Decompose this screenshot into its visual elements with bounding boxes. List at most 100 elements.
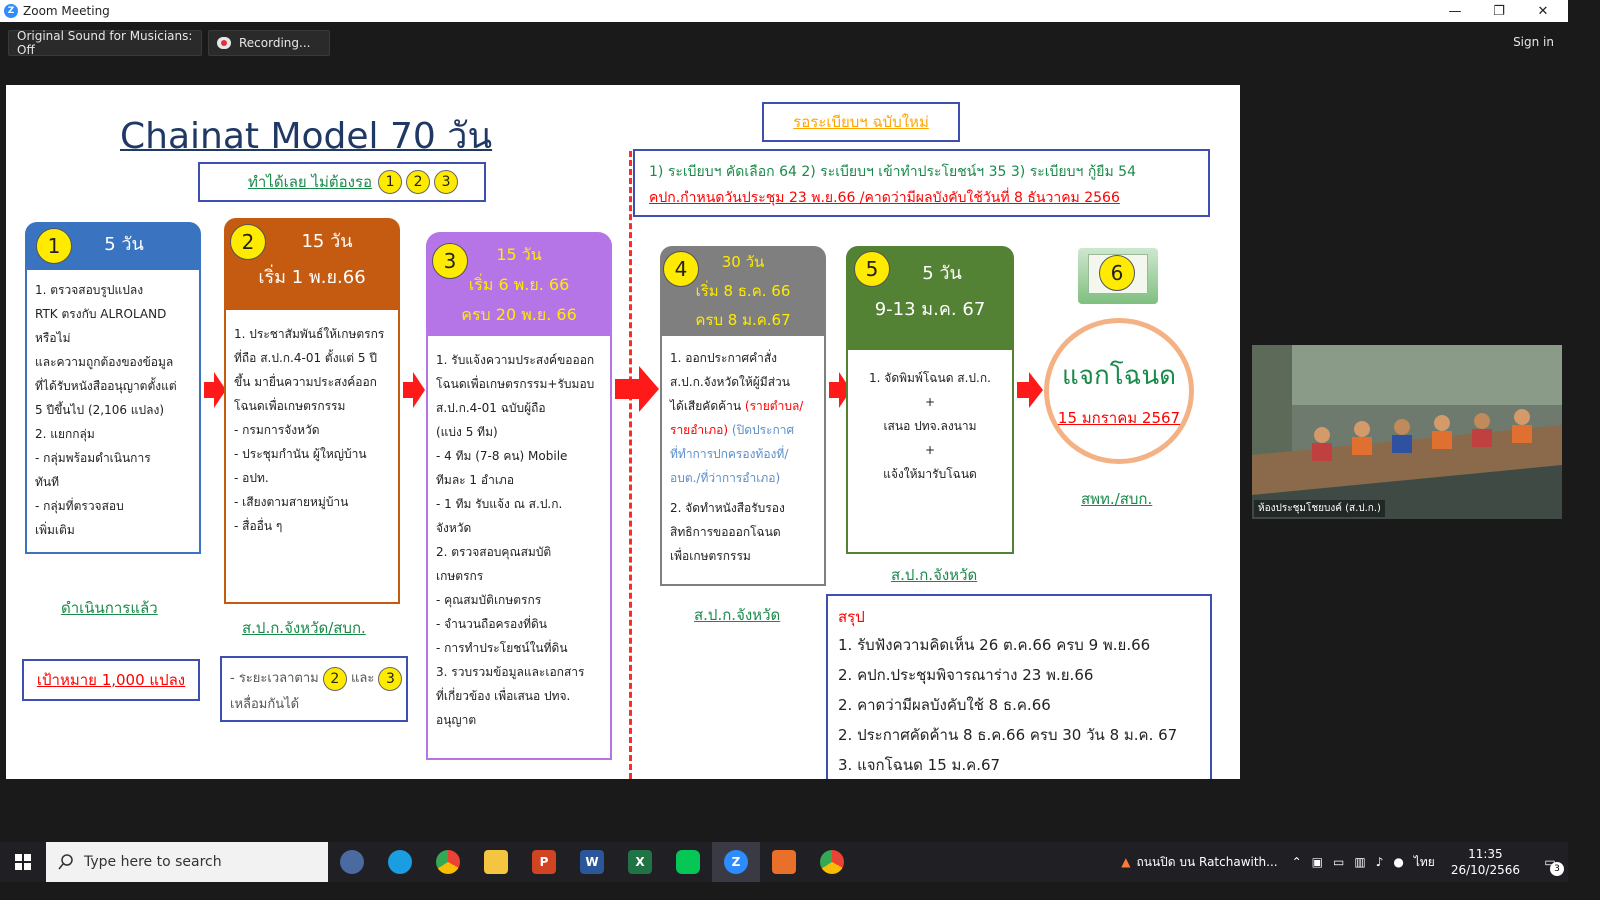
taskbar-app-powerpoint[interactable]: P xyxy=(520,842,568,882)
do-now-num-3: 3 xyxy=(434,170,459,194)
original-sound-button[interactable]: Original Sound for Musicians: Off xyxy=(8,29,202,57)
maximize-button[interactable]: ❐ xyxy=(1476,0,1522,22)
taskbar-app-zoom[interactable]: Z xyxy=(712,842,760,882)
word-icon: W xyxy=(580,850,604,874)
participant-video-tile[interactable]: ห้องประชุมโชยบงค์ (ส.ป.ก.) xyxy=(1252,345,1562,519)
windows-logo-icon xyxy=(15,854,31,870)
shared-slide: Chainat Model 70 วัน ทำได้เลย ไม่ต้องรอ … xyxy=(6,85,1240,779)
taskbar-app-line[interactable] xyxy=(664,842,712,882)
summary-item: 3. แจกโฉนด 15 ม.ค.67 xyxy=(838,756,1001,774)
line-icon xyxy=(676,850,700,874)
divider-dashed-line xyxy=(629,151,632,779)
step-3-line: - คุณสมบัติเกษตรกร xyxy=(436,593,542,607)
taskbar-app-excel[interactable]: X xyxy=(616,842,664,882)
step-2-line: - ประชุมกำนัน ผู้ใหญ่บ้าน xyxy=(234,447,367,461)
distribute-deed-circle: แจกโฉนด 15 มกราคม 2567 xyxy=(1044,318,1194,464)
target-label: เป้าหมาย 1,000 แปลง xyxy=(36,671,186,689)
zoom-icon: Z xyxy=(724,850,748,874)
record-icon xyxy=(217,37,231,49)
overlap-post: เหลื่อมกันได้ xyxy=(230,697,300,712)
powerpoint-icon: P xyxy=(532,850,556,874)
video-feed-image xyxy=(1252,345,1562,519)
step-5-line: 1. จัดพิมพ์โฉนด ส.ป.ก. xyxy=(869,371,991,385)
step-5-dates: 9-13 ม.ค. 67 xyxy=(874,299,986,320)
step-2-start: เริ่ม 1 พ.ย.66 xyxy=(258,267,366,288)
volume-icon[interactable]: ♪ xyxy=(1376,855,1384,869)
step-1-body: 1. ตรวจสอบรูปแปลง RTK ตรงกับ ALROLAND หร… xyxy=(25,268,201,554)
taskbar-search-box[interactable]: Type here to search xyxy=(46,842,328,882)
summary-item: 2. คปก.ประชุมพิจารณาร่าง 23 พ.ย.66 xyxy=(838,666,1094,684)
step-3-line: 3. รวบรวมข้อมูลและเอกสาร xyxy=(436,665,585,679)
display-icon[interactable]: ▭ xyxy=(1333,855,1344,869)
close-button[interactable]: ✕ xyxy=(1520,0,1566,22)
traffic-alert-icon: ▲ xyxy=(1121,855,1131,869)
taskbar-app-explorer[interactable] xyxy=(472,842,520,882)
input-language[interactable]: ไทย xyxy=(1414,853,1435,872)
step-4-line: สิทธิการขอออกโฉนด xyxy=(670,525,781,539)
summary-item: 2. ประกาศคัดค้าน 8 ธ.ค.66 ครบ 30 วัน 8 ม… xyxy=(838,726,1178,744)
clock[interactable]: 11:35 26/10/2566 xyxy=(1451,846,1520,878)
zoom-logo-icon: Z xyxy=(4,4,18,18)
recording-button[interactable]: Recording... xyxy=(208,30,330,56)
taskbar-app-chrome[interactable] xyxy=(424,842,472,882)
arrow-right-icon xyxy=(204,372,226,408)
step-1-footer: ดำเนินการแล้ว xyxy=(61,599,158,617)
window-title: Zoom Meeting xyxy=(23,4,110,18)
notification-count: 3 xyxy=(1550,862,1564,876)
step-4-line: เพื่อเกษตรกรรม xyxy=(670,549,751,563)
step-3-line: จังหวัด xyxy=(436,521,472,535)
do-now-label: ทำได้เลย ไม่ต้องรอ xyxy=(248,173,373,191)
document-app-icon xyxy=(772,850,796,874)
step-3-line: อนุญาต xyxy=(436,713,477,727)
windows-taskbar: Type here to search P W X Z ▲ ถนนปิด บน … xyxy=(0,842,1568,882)
step-3-body: 1. รับแจ้งความประสงค์ขอออก โฉนดเพื่อเกษต… xyxy=(426,334,612,760)
folder-icon xyxy=(484,850,508,874)
slide-title: Chainat Model 70 วัน xyxy=(120,116,493,157)
step-5-number: 5 xyxy=(854,251,890,287)
step-1-line: RTK ตรงกับ ALROLAND xyxy=(35,307,167,321)
taskbar-app-chrome-2[interactable] xyxy=(808,842,856,882)
step-3-line: - จำนวนถือครองที่ดิน xyxy=(436,617,547,631)
step-3-line: 2. ตรวจสอบคุณสมบัติ xyxy=(436,545,552,559)
do-now-box: ทำได้เลย ไม่ต้องรอ 1 2 3 xyxy=(198,162,486,202)
summary-title: สรุป xyxy=(838,608,865,626)
step-1-line: ทันที xyxy=(35,475,60,489)
do-now-num-2: 2 xyxy=(406,170,431,194)
step-1-line: หรือไม่ xyxy=(35,331,71,345)
weather-news-text[interactable]: ถนนปิด บน Ratchawith... xyxy=(1136,853,1277,872)
meet-now-icon[interactable]: ▣ xyxy=(1312,855,1323,869)
step-3-line: เกษตรกร xyxy=(436,569,484,583)
sign-in-link[interactable]: Sign in xyxy=(1513,35,1554,49)
show-hidden-icons-icon[interactable]: ⌃ xyxy=(1292,855,1302,869)
overlap-num-3: 3 xyxy=(378,666,403,691)
microphone-icon[interactable]: ● xyxy=(1393,855,1403,869)
arrow-right-icon xyxy=(615,366,659,412)
minimize-button[interactable]: — xyxy=(1432,0,1478,22)
network-icon[interactable]: ▥ xyxy=(1354,855,1365,869)
step-1-line: เพิ่มเติม xyxy=(35,523,75,537)
step-3-line: 1. รับแจ้งความประสงค์ขอออก xyxy=(436,353,595,367)
step-1-line: ที่ได้รับหนังสืออนุญาตตั้งแต่ xyxy=(35,379,177,393)
step-1-line: - กลุ่มที่ตรวจสอบ xyxy=(35,499,124,513)
taskbar-app-edge[interactable] xyxy=(376,842,424,882)
step-1-line: และความถูกต้องของข้อมูล xyxy=(35,355,174,369)
step-3-line: (แบ่ง 5 ทีม) xyxy=(436,425,498,439)
notifications-button[interactable]: ▭ 3 xyxy=(1532,842,1568,882)
step-5-line: + xyxy=(924,443,936,457)
taskbar-app-widgets[interactable] xyxy=(328,842,376,882)
regulations-box: 1) ระเบียบฯ คัดเลือก 64 2) ระเบียบฯ เข้า… xyxy=(633,149,1210,217)
taskbar-app-word[interactable]: W xyxy=(568,842,616,882)
step-1-number: 1 xyxy=(36,228,72,264)
step-4-body: 1. ออกประกาศคำสั่ง ส.ป.ก.จังหวัดให้ผู้มี… xyxy=(660,334,826,586)
step-6-footer: สพท./สบก. xyxy=(1081,490,1153,508)
overlap-pre: - ระยะเวลาตาม xyxy=(230,671,319,686)
step-5-line: + xyxy=(924,395,936,409)
step-3-line: - 4 ทีม (7-8 คน) Mobile xyxy=(436,449,568,463)
taskbar-app-acrobat[interactable] xyxy=(760,842,808,882)
step-1-line: 2. แยกกลุ่ม xyxy=(35,427,95,441)
step-2-line: ขึ้น มายื่นความประสงค์ออก xyxy=(234,375,377,389)
do-now-num-1: 1 xyxy=(378,170,403,194)
step-3-line: ทีมละ 1 อำเภอ xyxy=(436,473,515,487)
start-button[interactable] xyxy=(0,842,46,882)
step-4-line: ได้เสียคัดค้าน xyxy=(670,399,742,413)
